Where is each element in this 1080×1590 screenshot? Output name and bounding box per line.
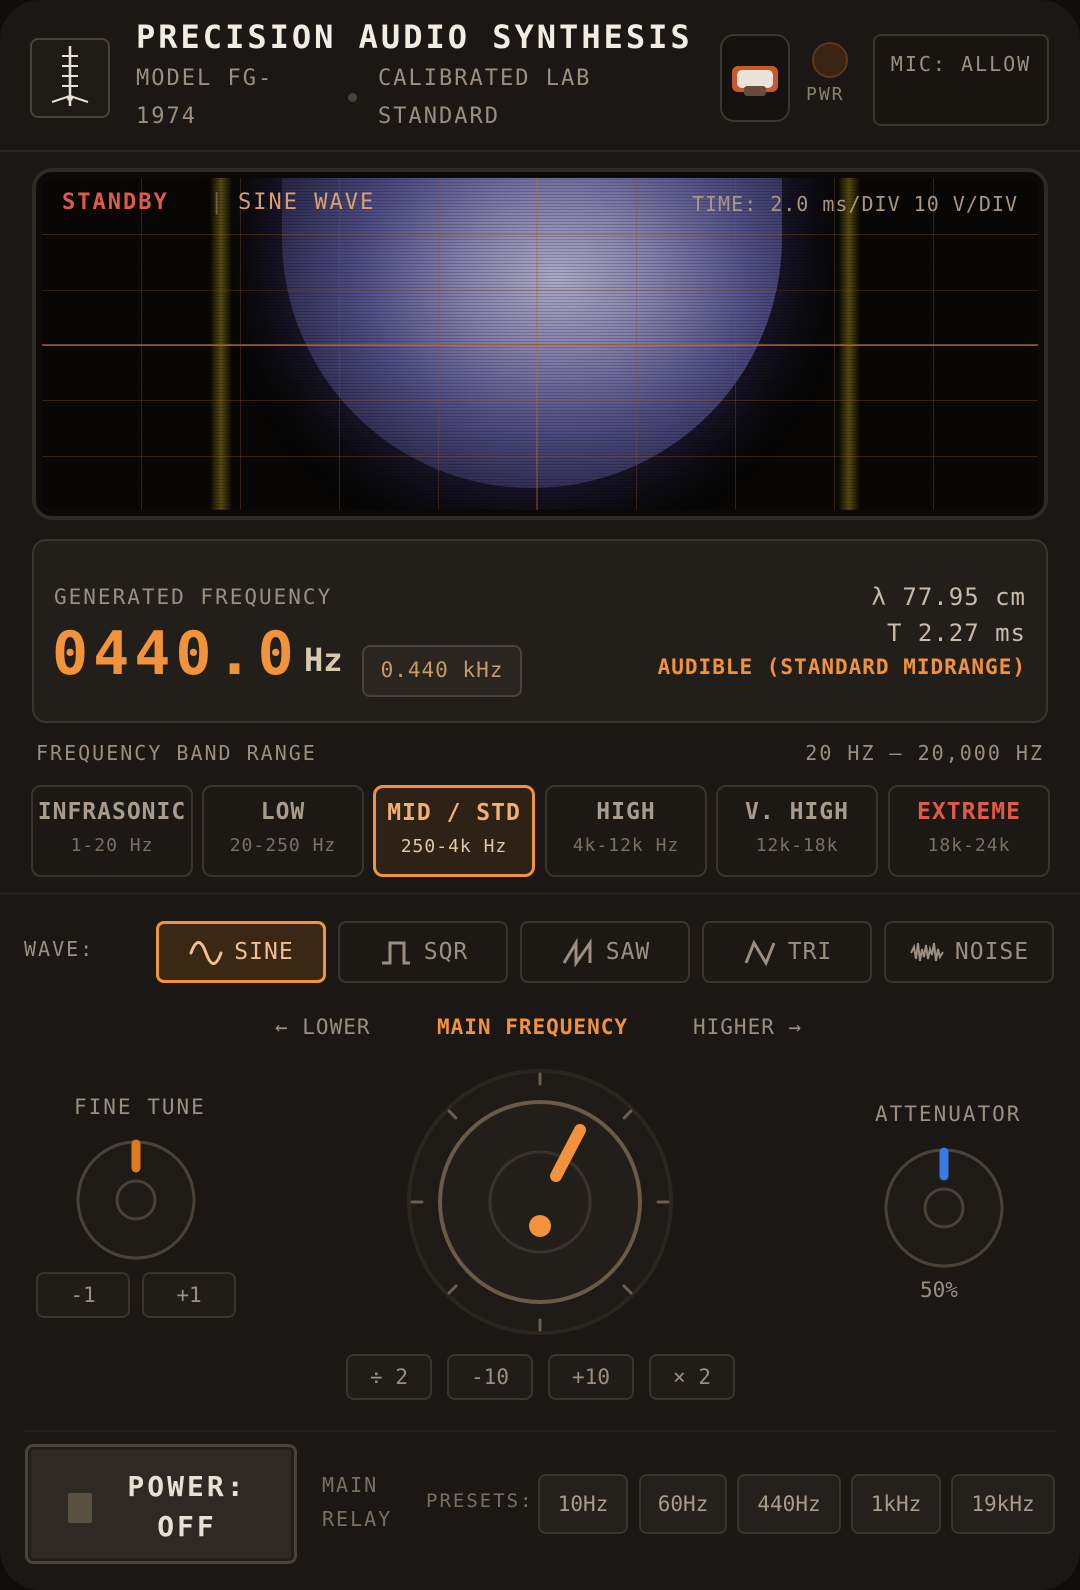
band-low[interactable]: LOW 20-250 Hz xyxy=(202,785,364,877)
webcam-button[interactable] xyxy=(720,34,790,122)
band-infrasonic[interactable]: INFRASONIC 1-20 Hz xyxy=(31,785,193,877)
power-button-label: POWER: OFF xyxy=(127,1470,247,1543)
times-two-button[interactable]: × 2 xyxy=(649,1354,735,1400)
sawtooth-wave-icon xyxy=(562,937,592,967)
separator-dot xyxy=(348,93,357,102)
webcam-icon xyxy=(732,66,778,96)
wave-saw-button[interactable]: SAW xyxy=(520,921,690,983)
frequency-readout: GENERATED FREQUENCY 0440.0 Hz 0.440 kHz … xyxy=(32,539,1048,723)
band-high[interactable]: HIGH 4k-12k Hz xyxy=(545,785,707,877)
preset-440hz-button[interactable]: 440Hz xyxy=(737,1474,841,1534)
band-range-span: 20 HZ – 20,000 HZ xyxy=(805,741,1044,765)
sine-wave-icon xyxy=(189,941,223,965)
minus-ten-button[interactable]: -10 xyxy=(447,1354,533,1400)
scope-status: STANDBY xyxy=(62,190,169,215)
attenuator-label: ATTENUATOR xyxy=(875,1102,1022,1126)
frequency-unit: Hz xyxy=(304,641,343,679)
preset-60hz-button[interactable]: 60Hz xyxy=(639,1474,727,1534)
app-title: PRECISION AUDIO SYNTHESIS xyxy=(136,18,693,56)
fine-plus-button[interactable]: +1 xyxy=(142,1272,236,1318)
wavelength-readout: λ 77.95 cm xyxy=(871,583,1026,611)
band-range-label: FREQUENCY BAND RANGE xyxy=(36,741,317,765)
band-very-high[interactable]: V. HIGH 12k-18k xyxy=(716,785,878,877)
antenna-tower-icon xyxy=(30,38,110,118)
preset-10hz-button[interactable]: 10Hz xyxy=(538,1474,628,1534)
section-divider xyxy=(0,892,1080,895)
preset-1khz-button[interactable]: 1kHz xyxy=(851,1474,941,1534)
higher-hint: HIGHER → xyxy=(693,1015,803,1039)
mic-allow-button[interactable]: MIC: ALLOW xyxy=(873,34,1049,126)
main-frequency-knob[interactable] xyxy=(406,1068,674,1336)
wave-triangle-button[interactable]: TRI xyxy=(702,921,872,983)
fine-tune-knob[interactable] xyxy=(74,1138,198,1262)
preset-19khz-button[interactable]: 19kHz xyxy=(951,1474,1055,1534)
power-button[interactable]: POWER: OFF xyxy=(25,1444,297,1564)
lower-hint: ← LOWER xyxy=(275,1015,371,1039)
oscilloscope-display: STANDBY | SINE WAVE TIME: 2.0 ms/DIV 10 … xyxy=(32,168,1048,520)
wave-noise-button[interactable]: NOISE xyxy=(884,921,1054,983)
triangle-wave-icon xyxy=(744,939,776,967)
main-relay-label: MAIN RELAY xyxy=(322,1473,393,1531)
presets-label: PRESETS: xyxy=(426,1490,534,1512)
power-indicator-led xyxy=(812,42,848,78)
square-wave-icon xyxy=(381,941,410,965)
synth-panel: PRECISION AUDIO SYNTHESIS MODEL FG-1974 … xyxy=(0,0,1080,1590)
header: PRECISION AUDIO SYNTHESIS MODEL FG-1974 … xyxy=(0,0,1080,152)
scope-separator: | xyxy=(210,190,224,215)
divide-by-two-button[interactable]: ÷ 2 xyxy=(346,1354,432,1400)
fine-minus-button[interactable]: -1 xyxy=(36,1272,130,1318)
power-indicator-label: PWR xyxy=(806,84,845,105)
generated-frequency-label: GENERATED FREQUENCY xyxy=(54,585,333,609)
section-divider xyxy=(24,1430,1056,1432)
audibility-class: AUDIBLE (STANDARD MIDRANGE) xyxy=(657,655,1026,679)
khz-readout: 0.440 kHz xyxy=(362,645,522,697)
wave-label: WAVE: xyxy=(24,937,95,961)
fine-tune-label: FINE TUNE xyxy=(74,1095,206,1119)
power-led xyxy=(68,1493,92,1523)
wave-sine-button[interactable]: SINE xyxy=(156,921,326,983)
noise-wave-icon xyxy=(909,942,944,962)
attenuator-value: 50% xyxy=(920,1278,958,1302)
band-mid[interactable]: MID / STD 250-4k Hz xyxy=(373,785,535,877)
band-extreme[interactable]: EXTREME 18k-24k xyxy=(888,785,1050,877)
scope-timebase: TIME: 2.0 ms/DIV 10 V/DIV xyxy=(691,192,1018,216)
model-number: MODEL FG-1974 xyxy=(136,66,274,129)
attenuator-knob[interactable] xyxy=(882,1146,1006,1270)
main-frequency-label: MAIN FREQUENCY xyxy=(437,1015,629,1039)
plus-ten-button[interactable]: +10 xyxy=(548,1354,634,1400)
scope-wave-type: SINE WAVE xyxy=(238,190,376,215)
period-readout: T 2.27 ms xyxy=(886,619,1026,647)
frequency-value: 0440.0 xyxy=(52,619,299,689)
calibration-label: CALIBRATED LAB STANDARD xyxy=(378,66,592,129)
wave-square-button[interactable]: SQR xyxy=(338,921,508,983)
